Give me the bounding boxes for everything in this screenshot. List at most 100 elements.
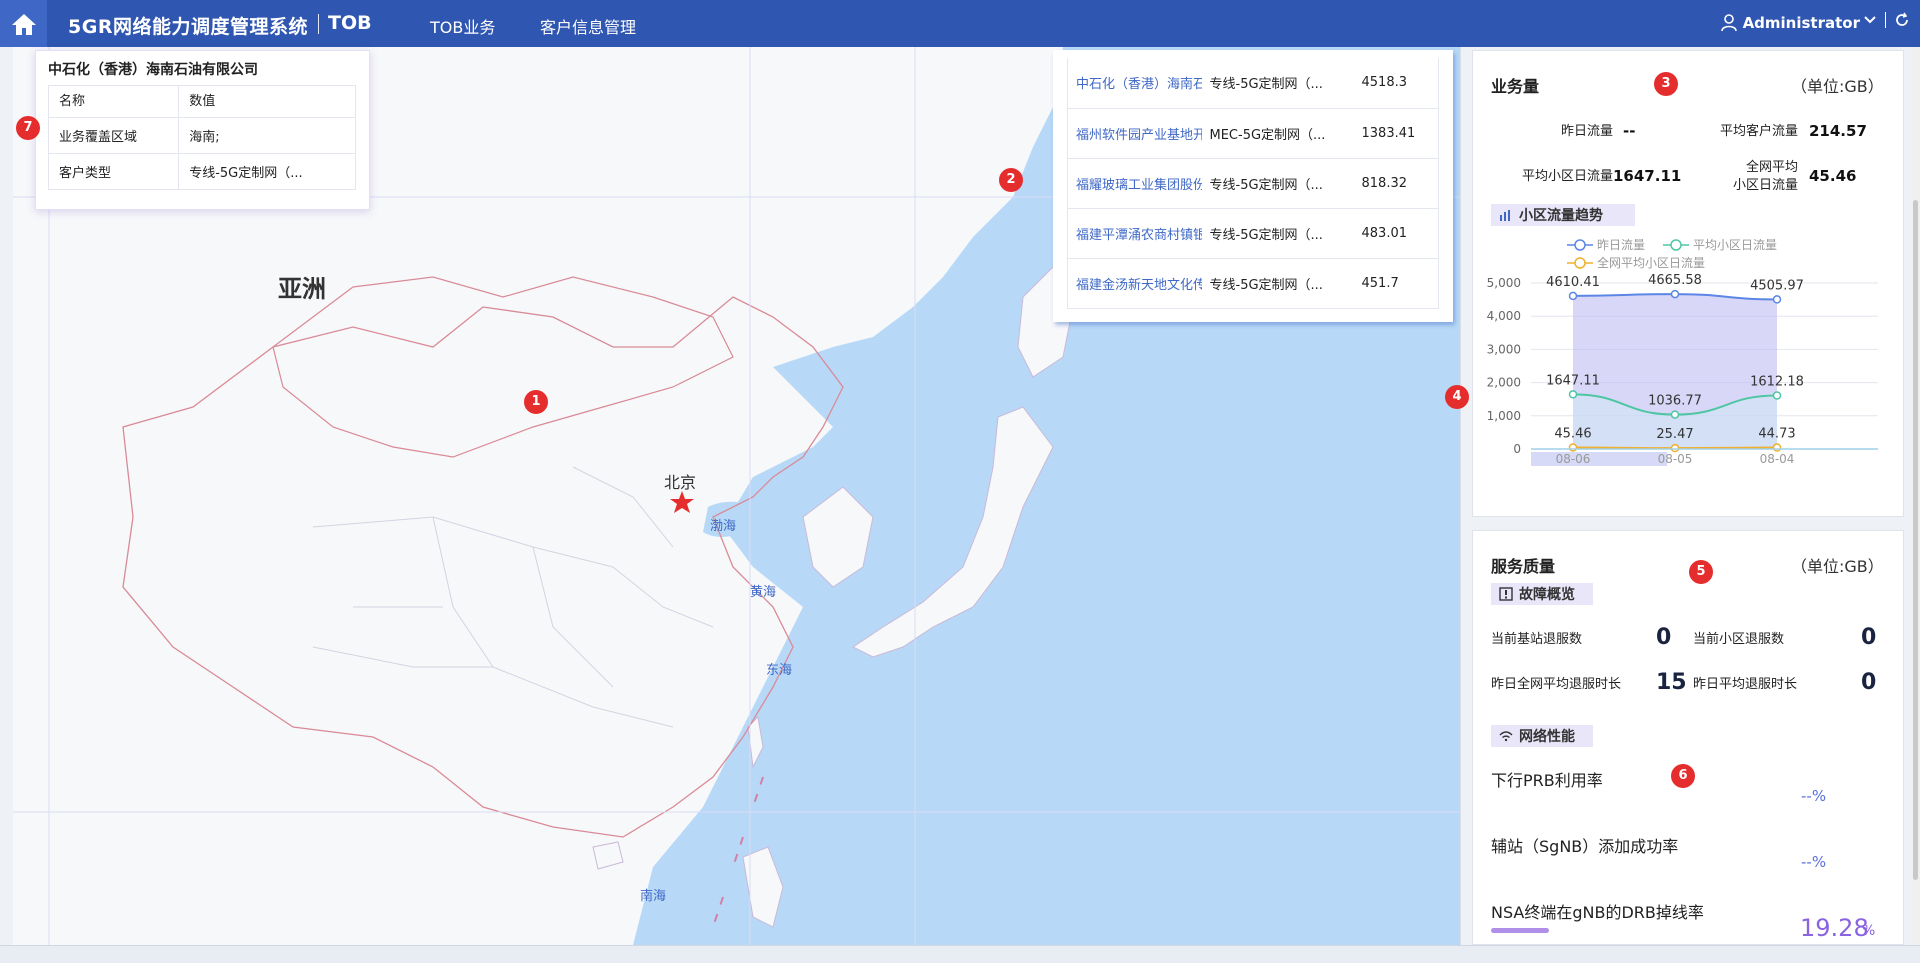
table-row: 客户类型 专线-5G定制网（... [47, 153, 356, 190]
quality-panel: 服务质量 （单位:GB） 故障概览 当前基站退服数 0 当前小区退服数 0 昨日… [1472, 530, 1904, 945]
fault-overview-tag: 故障概览 [1491, 583, 1593, 605]
marker-1: 1 [524, 390, 548, 414]
table-row[interactable]: 福耀玻璃工业集团股份 专线-5G定制网（... 818.32 [1067, 158, 1439, 209]
home-button[interactable] [0, 0, 47, 47]
x-zoom-range [1531, 452, 1667, 466]
data-label: 4665.58 [1648, 273, 1702, 288]
customer-traffic: 1383.41 [1341, 108, 1439, 159]
network-avg-label-line2: 小区日流量 [1732, 178, 1798, 193]
x-tick-label: 08-06 [1556, 452, 1591, 466]
customer-name-link[interactable]: 福建平潭涌农商村镇银 [1067, 208, 1202, 259]
data-point [1670, 410, 1680, 419]
station-out-value: 0 [1656, 625, 1672, 650]
kpi-drb-bar [1491, 928, 1549, 933]
network-performance-tag: 网络性能 [1491, 725, 1593, 747]
cell-out-value: 0 [1861, 625, 1877, 650]
row-value: 专线-5G定制网（... [178, 153, 356, 190]
avg-cell-traffic-value: 1647.11 [1613, 167, 1682, 185]
data-label: 1612.18 [1750, 374, 1804, 389]
bottom-bar [0, 945, 1920, 963]
quality-unit: （单位:GB） [1791, 557, 1884, 576]
user-menu[interactable]: Administrator [1720, 14, 1860, 32]
customer-traffic: 483.01 [1341, 208, 1439, 259]
user-name: Administrator [1742, 14, 1860, 32]
data-label: 1036.77 [1648, 394, 1702, 409]
avg-cell-traffic-label: 平均小区日流量 [1521, 169, 1613, 184]
trend-tag: 小区流量趋势 [1491, 204, 1635, 226]
avg-out-value: 0 [1861, 670, 1877, 695]
sea-label: 渤海 [710, 519, 737, 534]
avg-out-label: 昨日平均退服时长 [1693, 677, 1798, 692]
info-table: 名称 数值 业务覆盖区域 海南; 客户类型 专线-5G定制网（... [47, 85, 356, 190]
customer-traffic: 818.32 [1341, 158, 1439, 209]
customer-name-link[interactable]: 福州软件园产业基地开 [1067, 108, 1202, 159]
nav-customer-info[interactable]: 客户信息管理 [540, 14, 636, 38]
region-label: 亚洲 [278, 275, 326, 303]
legend-marker [1574, 239, 1586, 251]
marker-6: 6 [1671, 764, 1695, 788]
y-tick-label: 5,000 [1487, 276, 1521, 290]
marker-3: 3 [1654, 72, 1678, 96]
customer-type: MEC-5G定制网（... [1201, 108, 1342, 159]
data-point [1670, 443, 1680, 453]
customer-traffic: 4518.3 [1341, 58, 1439, 109]
kpi-sgnb-value: --% [1801, 853, 1827, 871]
app-subtitle: TOB [328, 12, 372, 34]
traffic-trend-chart: 昨日流量 平均小区日流量全网平均小区日流量 5,000 4,000 3,000 2,000… [1487, 238, 1878, 466]
refresh-icon[interactable] [1894, 12, 1910, 28]
data-label: 4610.41 [1546, 275, 1600, 290]
data-point [1772, 443, 1782, 452]
chevron-down-icon[interactable] [1863, 15, 1877, 25]
table-row[interactable]: 福州软件园产业基地开 MEC-5G定制网（... 1383.41 [1067, 108, 1439, 159]
top-list-table: 中石化（香港）海南石 专线-5G定制网（... 4518.3 福州软件园产业基地开 M… [1067, 58, 1439, 309]
x-tick-label: 08-05 [1658, 452, 1693, 466]
table-row: 名称 数值 [47, 85, 356, 118]
marker-4: 4 [1445, 385, 1469, 409]
top-customers-list: 中石化（香港）海南石 专线-5G定制网（... 4518.3 福州软件园产业基地开 M… [1053, 50, 1453, 322]
legend-marker [1574, 257, 1586, 269]
kpi-prb-label: 下行PRB利用率 [1491, 771, 1603, 790]
customer-name-link[interactable]: 福耀玻璃工业集团股份 [1067, 158, 1202, 209]
customer-type: 专线-5G定制网（... [1201, 208, 1342, 259]
col-header-name: 名称 [47, 85, 180, 118]
data-point [1670, 289, 1680, 299]
legend-label: 平均小区日流量 [1693, 238, 1777, 252]
data-label: 1647.11 [1546, 373, 1600, 388]
customer-name-link[interactable]: 中石化（香港）海南石 [1067, 58, 1202, 109]
network-performance-label: 网络性能 [1519, 729, 1575, 745]
table-row[interactable]: 福建平潭涌农商村镇银 专线-5G定制网（... 483.01 [1067, 208, 1439, 259]
traffic-title: 业务量 [1491, 77, 1540, 96]
data-point [1772, 295, 1782, 304]
customer-name-link[interactable]: 福建金汤新天地文化传 [1067, 258, 1202, 309]
table-row[interactable]: 福建金汤新天地文化传 专线-5G定制网（... 451.7 [1067, 258, 1439, 309]
y-tick-label: 0 [1513, 442, 1521, 456]
data-point [1568, 390, 1578, 399]
customer-type: 专线-5G定制网（... [1201, 158, 1342, 209]
y-tick-label: 3,000 [1487, 342, 1521, 356]
table-row[interactable]: 中石化（香港）海南石 专线-5G定制网（... 4518.3 [1067, 58, 1439, 109]
nav-tob-business[interactable]: TOB业务 [430, 14, 495, 38]
customer-traffic: 451.7 [1341, 258, 1439, 309]
data-label: 45.46 [1554, 426, 1591, 441]
traffic-unit: （单位:GB） [1791, 77, 1884, 96]
row-value: 海南; [178, 117, 356, 154]
yesterday-traffic-label: 昨日流量 [1560, 124, 1613, 139]
data-label: 44.73 [1758, 427, 1795, 442]
cell-out-label: 当前小区退服数 [1693, 632, 1785, 647]
legend-marker [1670, 239, 1682, 251]
traffic-panel: 业务量 （单位:GB） 昨日流量 -- 平均客户流量 214.57 平均小区日流… [1472, 50, 1904, 517]
sea-label: 黄海 [750, 585, 777, 600]
user-icon [1720, 14, 1737, 32]
scrollbar-thumb[interactable] [1913, 200, 1918, 880]
top-bar: 5GR网络能力调度管理系统 TOB TOB业务 客户信息管理 Administr… [0, 0, 1920, 47]
x-tick-label: 08-04 [1760, 452, 1795, 466]
trend-tag-label: 小区流量趋势 [1519, 208, 1603, 224]
kpi-drb-unit: % [1862, 923, 1876, 939]
data-point [1568, 443, 1578, 452]
y-tick-label: 4,000 [1487, 309, 1521, 323]
data-label: 4505.97 [1750, 278, 1804, 293]
data-point [1568, 291, 1578, 301]
station-out-label: 当前基站退服数 [1491, 632, 1583, 647]
fault-overview-label: 故障概览 [1519, 587, 1575, 603]
row-name: 业务覆盖区域 [47, 117, 180, 154]
